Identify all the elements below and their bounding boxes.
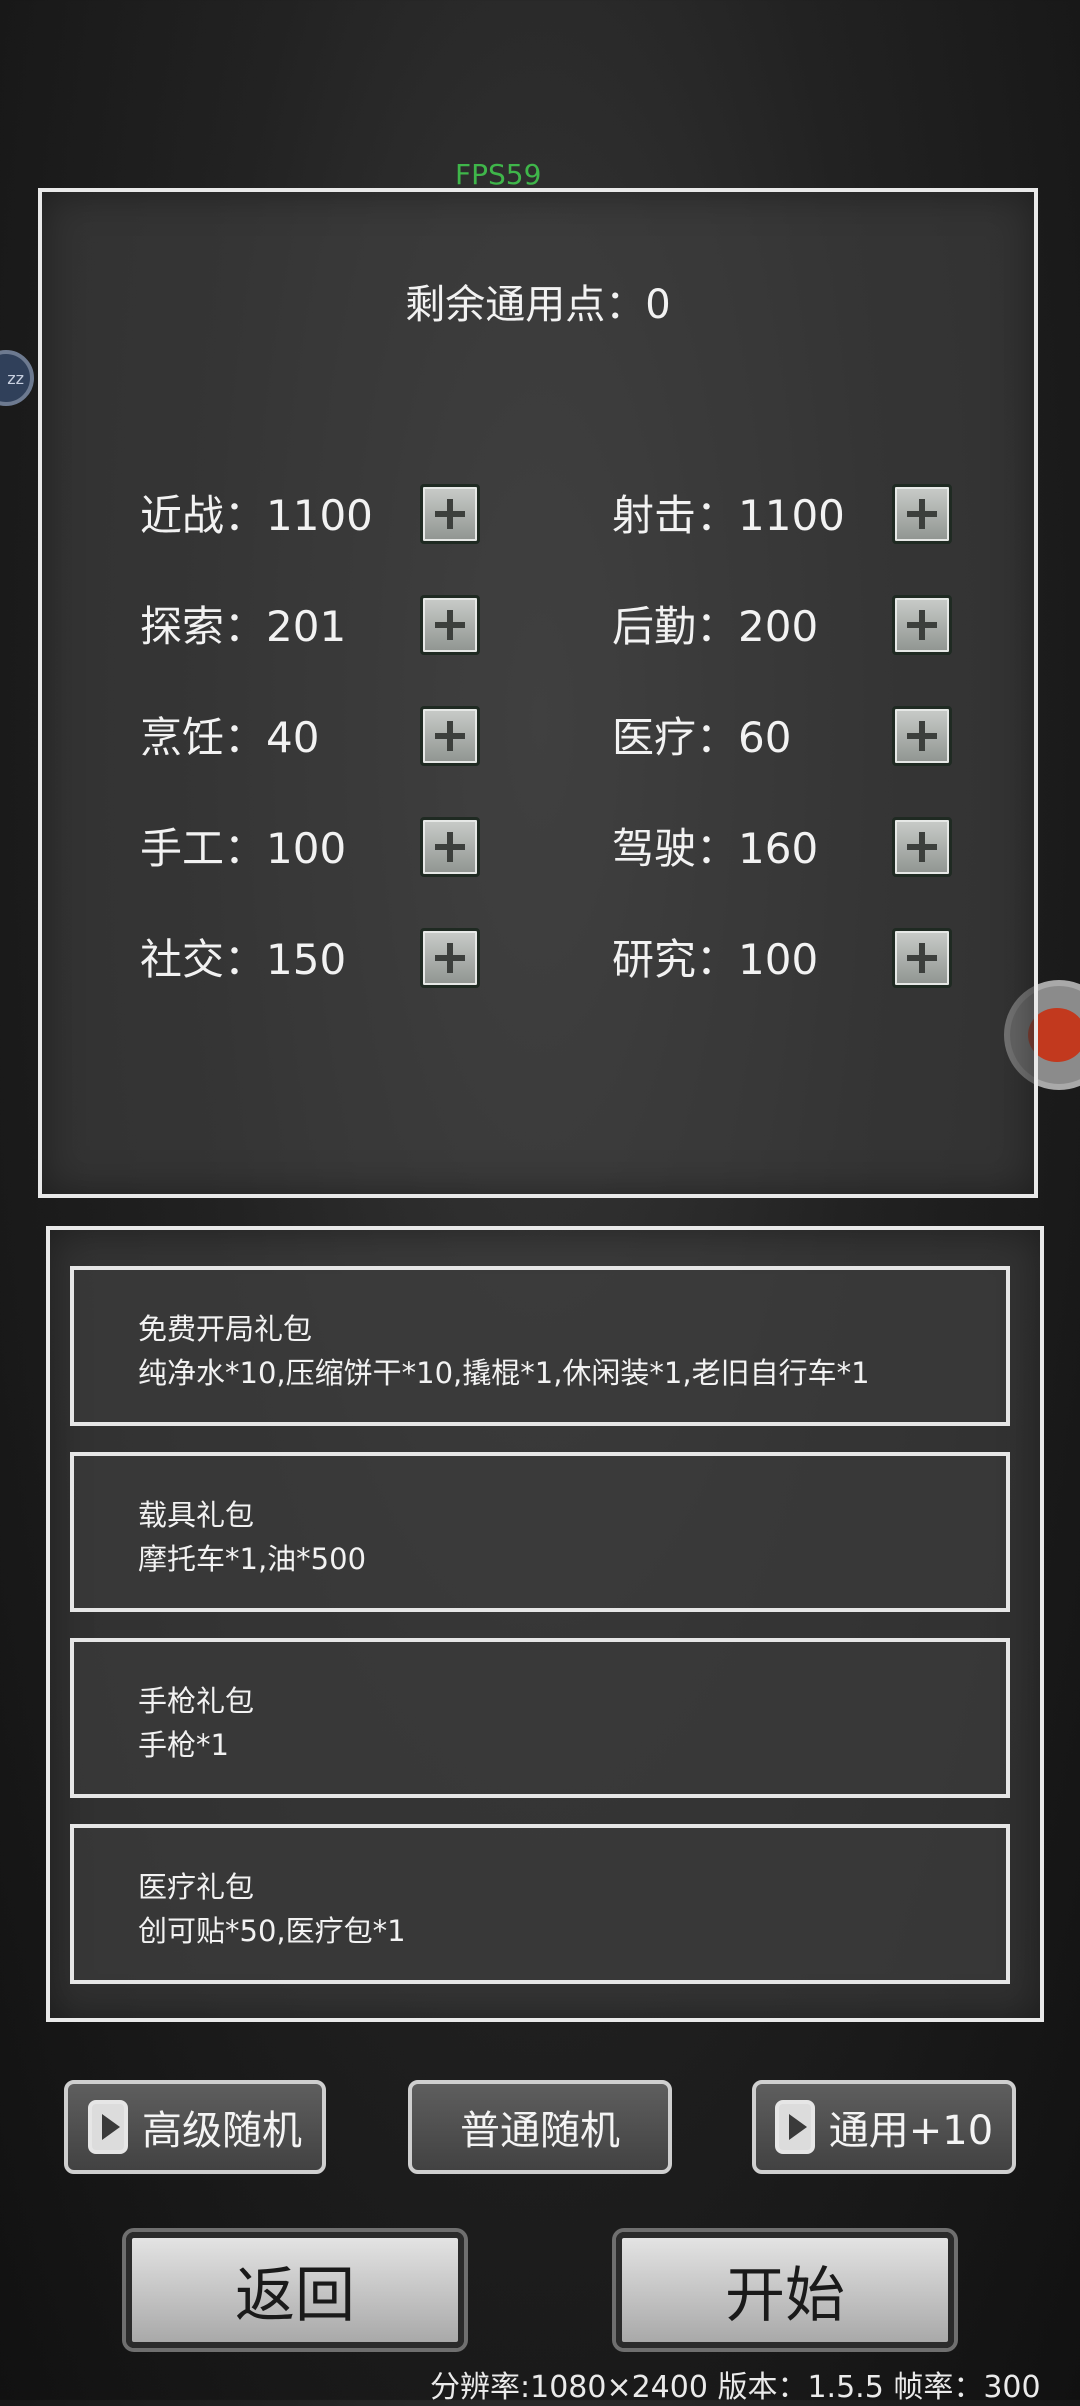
play-icon: [88, 2100, 128, 2154]
start-button[interactable]: 开始: [616, 2232, 954, 2348]
floating-assistant-bubble[interactable]: zz: [0, 350, 34, 406]
button-label: 开始: [725, 2260, 845, 2331]
gift-pack-list[interactable]: 免费开局礼包 纯净水*10,压缩饼干*10,撬棍*1,休闲装*1,老旧自行车*1…: [70, 1266, 1010, 1996]
button-label: 返回: [235, 2260, 355, 2331]
button-label: 通用+10: [828, 2108, 994, 2154]
research-plus-icon[interactable]: [892, 928, 952, 988]
pack-name: 载具礼包: [138, 1498, 255, 1532]
advanced-random-button[interactable]: 高级随机: [64, 2080, 326, 2174]
stat-research: 研究：100: [612, 926, 818, 986]
stat-label: 医疗：60: [612, 712, 792, 762]
medical-plus-icon[interactable]: [892, 706, 952, 766]
stat-label: 射击：1100: [612, 490, 845, 540]
stat-label: 驾驶：160: [612, 823, 819, 873]
stat-label: 探索：201: [140, 601, 347, 651]
stat-cooking: 烹饪：40: [140, 704, 319, 764]
cooking-plus-icon[interactable]: [420, 706, 480, 766]
stat-crafting: 手工：100: [140, 815, 346, 875]
stat-label: 烹饪：40: [140, 712, 320, 762]
gift-pack-free[interactable]: 免费开局礼包 纯净水*10,压缩饼干*10,撬棍*1,休闲装*1,老旧自行车*1: [70, 1266, 1010, 1426]
attribute-panel: 剩余通用点：0 近战：1100 射击：1100 探索：201 后勤：200 烹饪…: [38, 188, 1038, 1198]
stat-shooting: 射击：1100: [612, 482, 845, 542]
gift-pack-panel: 免费开局礼包 纯净水*10,压缩饼干*10,撬棍*1,休闲装*1,老旧自行车*1…: [46, 1226, 1044, 2022]
gift-pack-medical[interactable]: 医疗礼包 创可贴*50,医疗包*1: [70, 1824, 1010, 1984]
stat-medical: 医疗：60: [612, 704, 791, 764]
normal-random-button[interactable]: 普通随机: [408, 2080, 672, 2174]
remaining-points: 剩余通用点：0: [405, 282, 671, 328]
pack-items: 摩托车*1,油*500: [138, 1542, 367, 1576]
stat-logistics: 后勤：200: [612, 593, 818, 653]
bubble-label: zz: [7, 368, 24, 388]
shooting-plus-icon[interactable]: [892, 484, 952, 544]
general-plus-ten-button[interactable]: 通用+10: [752, 2080, 1016, 2174]
fps-counter: FPS59: [455, 158, 542, 191]
pack-items: 手枪*1: [138, 1728, 229, 1762]
pack-name: 免费开局礼包: [138, 1312, 313, 1346]
stat-explore: 探索：201: [140, 593, 346, 653]
back-button[interactable]: 返回: [126, 2232, 464, 2348]
stat-label: 近战：1100: [140, 490, 373, 540]
stat-melee: 近战：1100: [140, 482, 373, 542]
logistics-plus-icon[interactable]: [892, 595, 952, 655]
social-plus-icon[interactable]: [420, 928, 480, 988]
stat-label: 手工：100: [140, 823, 347, 873]
pack-name: 医疗礼包: [138, 1870, 255, 1904]
pack-name: 手枪礼包: [138, 1684, 255, 1718]
build-info: 分辨率:1080×2400 版本：1.5.5 帧率：300: [430, 2370, 1041, 2405]
stat-label: 社交：150: [140, 934, 347, 984]
melee-plus-icon[interactable]: [420, 484, 480, 544]
stat-label: 研究：100: [612, 934, 819, 984]
gift-pack-pistol[interactable]: 手枪礼包 手枪*1: [70, 1638, 1010, 1798]
explore-plus-icon[interactable]: [420, 595, 480, 655]
pack-items: 创可贴*50,医疗包*1: [138, 1914, 406, 1948]
button-label: 普通随机: [460, 2108, 620, 2154]
pack-items: 纯净水*10,压缩饼干*10,撬棍*1,休闲装*1,老旧自行车*1: [138, 1356, 870, 1390]
driving-plus-icon[interactable]: [892, 817, 952, 877]
stat-social: 社交：150: [140, 926, 346, 986]
stat-driving: 驾驶：160: [612, 815, 818, 875]
play-icon: [774, 2100, 815, 2154]
gift-pack-vehicle[interactable]: 载具礼包 摩托车*1,油*500: [70, 1452, 1010, 1612]
crafting-plus-icon[interactable]: [420, 817, 480, 877]
button-label: 高级随机: [142, 2108, 302, 2154]
stat-label: 后勤：200: [612, 601, 819, 651]
